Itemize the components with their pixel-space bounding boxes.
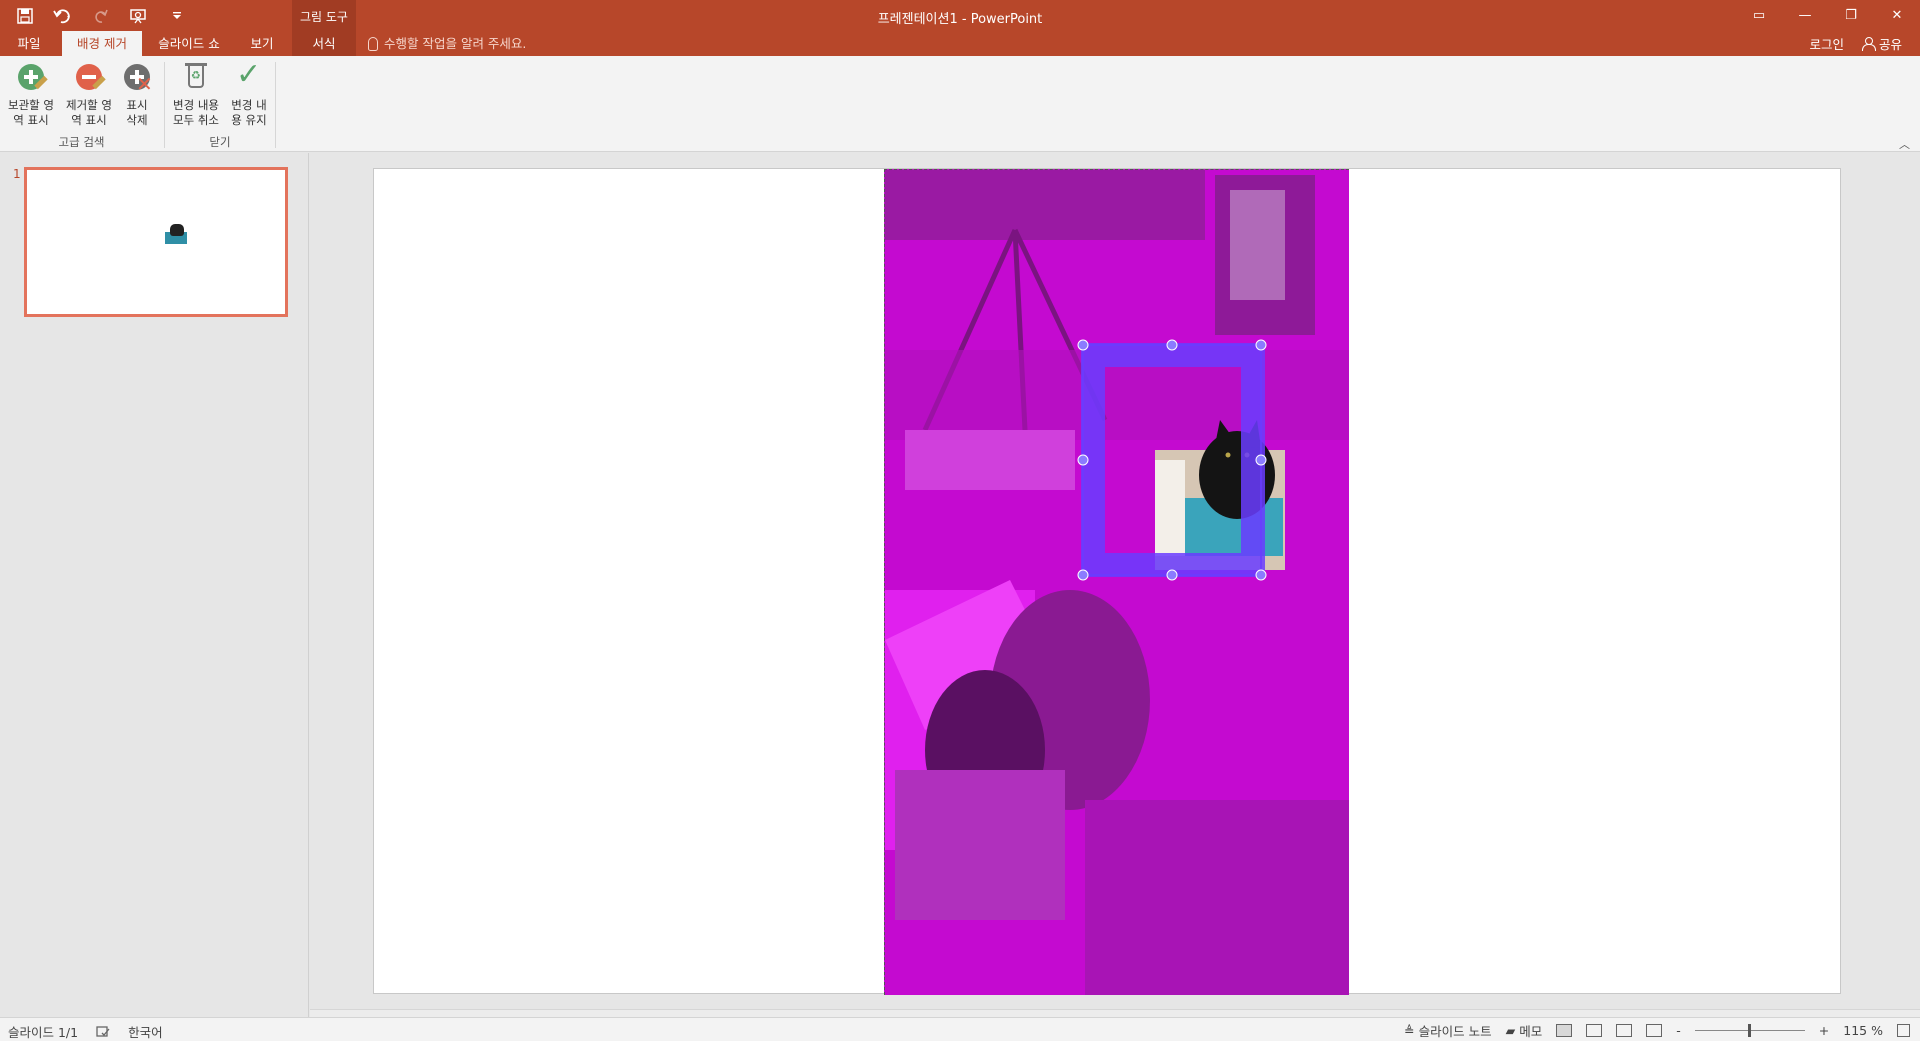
- floor-shape: [1085, 800, 1349, 995]
- pc-panel-shape: [1230, 190, 1285, 300]
- close-button[interactable]: ✕: [1874, 0, 1920, 31]
- notes-button[interactable]: ≜ 슬라이드 노트: [1404, 1021, 1491, 1040]
- lightbulb-icon: [368, 36, 378, 51]
- discard-all-changes-button[interactable]: 변경 내용 모두 취소: [168, 60, 224, 132]
- slide-number: 1: [13, 167, 21, 181]
- comments-button[interactable]: ▰ 메모: [1506, 1021, 1543, 1040]
- white-box-shape: [905, 430, 1075, 490]
- status-bar: 슬라이드 1/1 한국어 ≜ 슬라이드 노트 ▰ 메모 - + 115 %: [0, 1017, 1920, 1041]
- group-divider: [275, 62, 276, 148]
- spelling-check-icon[interactable]: [96, 1025, 110, 1038]
- login-link[interactable]: 로그인: [1809, 34, 1844, 53]
- powerpoint-window: 프레젠테이션1 - PowerPoint ▭ — ❐ ✕ 파일 배경 제거 슬라…: [0, 0, 1920, 1041]
- slide-canvas[interactable]: [373, 168, 1841, 995]
- undo-icon[interactable]: [52, 5, 74, 27]
- tell-me-box[interactable]: 수행할 작업을 알려 주세요.: [368, 31, 526, 56]
- zoom-slider-knob[interactable]: [1747, 1024, 1751, 1037]
- slide-show-view-icon[interactable]: [1646, 1024, 1663, 1037]
- horizontal-scrollbar[interactable]: [310, 1009, 1920, 1017]
- mark-areas-to-remove-icon: [72, 62, 106, 96]
- removal-overlay-graphic: [885, 170, 1349, 995]
- zoom-out-button[interactable]: -: [1676, 1023, 1681, 1038]
- tab-file[interactable]: 파일: [10, 31, 48, 56]
- keep-changes-button[interactable]: ✓ 변경 내 용 유지: [221, 57, 277, 132]
- normal-view-icon[interactable]: [1556, 1024, 1573, 1037]
- minimize-button[interactable]: —: [1782, 0, 1828, 31]
- zoom-level[interactable]: 115 %: [1843, 1023, 1883, 1038]
- window-controls: ▭ — ❐ ✕: [1736, 0, 1920, 31]
- kept-box-flap: [1155, 460, 1185, 556]
- window-title: 프레젠테이션1 - PowerPoint: [877, 12, 1043, 27]
- tab-slide-show[interactable]: 슬라이드 쇼: [150, 31, 228, 56]
- tab-format[interactable]: 서식: [292, 31, 356, 56]
- keep-changes-icon: ✓: [236, 57, 262, 92]
- zoom-slider[interactable]: [1694, 1024, 1805, 1037]
- context-group-label: 그림 도구: [300, 10, 348, 24]
- picture-tools-context: 그림 도구: [292, 0, 356, 31]
- language-indicator[interactable]: 한국어: [128, 1022, 163, 1041]
- account-area: 로그인 공유: [1809, 31, 1902, 56]
- group-label-refine: 고급 검색: [58, 135, 105, 149]
- save-icon[interactable]: [14, 5, 36, 27]
- mark-areas-to-remove-button[interactable]: 제거할 영 역 표시: [61, 60, 117, 132]
- present-from-beginning-icon[interactable]: [128, 5, 150, 27]
- customize-qat-icon[interactable]: [166, 5, 188, 27]
- tab-view[interactable]: 보기: [240, 31, 284, 56]
- discard-all-changes-icon: [179, 62, 213, 96]
- mark-areas-to-keep-button[interactable]: 보관할 영 역 표시: [3, 60, 59, 132]
- redo-icon[interactable]: [90, 5, 112, 27]
- delete-mark-icon: ✕: [120, 62, 154, 96]
- ribbon-display-options-icon[interactable]: ▭: [1736, 0, 1782, 31]
- background-furniture-shape: [885, 170, 1205, 240]
- slide-counter: 슬라이드 1/1: [8, 1025, 79, 1040]
- slide-thumbnail[interactable]: [24, 167, 288, 317]
- thumbnail-cat-image: [165, 224, 187, 244]
- reading-view-icon[interactable]: [1616, 1024, 1633, 1037]
- ribbon-tabs: 파일 배경 제거 슬라이드 쇼 보기 서식 수행할 작업을 알려 주세요. 로그…: [0, 31, 1920, 56]
- zoom-in-button[interactable]: +: [1819, 1023, 1829, 1038]
- mark-areas-to-keep-icon: [14, 62, 48, 96]
- ribbon: 보관할 영 역 표시 제거할 영 역 표시 ✕ 표시 삭제 고급 검색 변경 내…: [0, 56, 1920, 152]
- comment-icon: ▰: [1505, 1023, 1516, 1038]
- slide-thumbnail-pane: 1: [0, 153, 309, 1017]
- title-bar: 프레젠테이션1 - PowerPoint ▭ — ❐ ✕: [0, 0, 1920, 31]
- group-label-close: 닫기: [209, 135, 231, 149]
- share-button[interactable]: 공유: [1861, 34, 1902, 53]
- slide-editing-area: [310, 153, 1920, 1017]
- tab-background-removal[interactable]: 배경 제거: [62, 31, 142, 56]
- front-box-shape: [895, 770, 1065, 920]
- collapse-ribbon-icon[interactable]: ︿: [1899, 136, 1910, 152]
- person-icon: [1861, 37, 1876, 51]
- notes-icon: ≜: [1404, 1023, 1415, 1038]
- slide-sorter-view-icon[interactable]: [1586, 1024, 1603, 1037]
- share-label: 공유: [1878, 37, 1902, 52]
- tell-me-text: 수행할 작업을 알려 주세요.: [384, 36, 527, 51]
- picture-background-removal[interactable]: [884, 169, 1349, 995]
- maximize-button[interactable]: ❐: [1828, 0, 1874, 31]
- fit-to-window-icon[interactable]: [1897, 1024, 1910, 1037]
- delete-mark-button[interactable]: ✕ 표시 삭제: [112, 60, 162, 132]
- quick-access-toolbar: [14, 4, 188, 28]
